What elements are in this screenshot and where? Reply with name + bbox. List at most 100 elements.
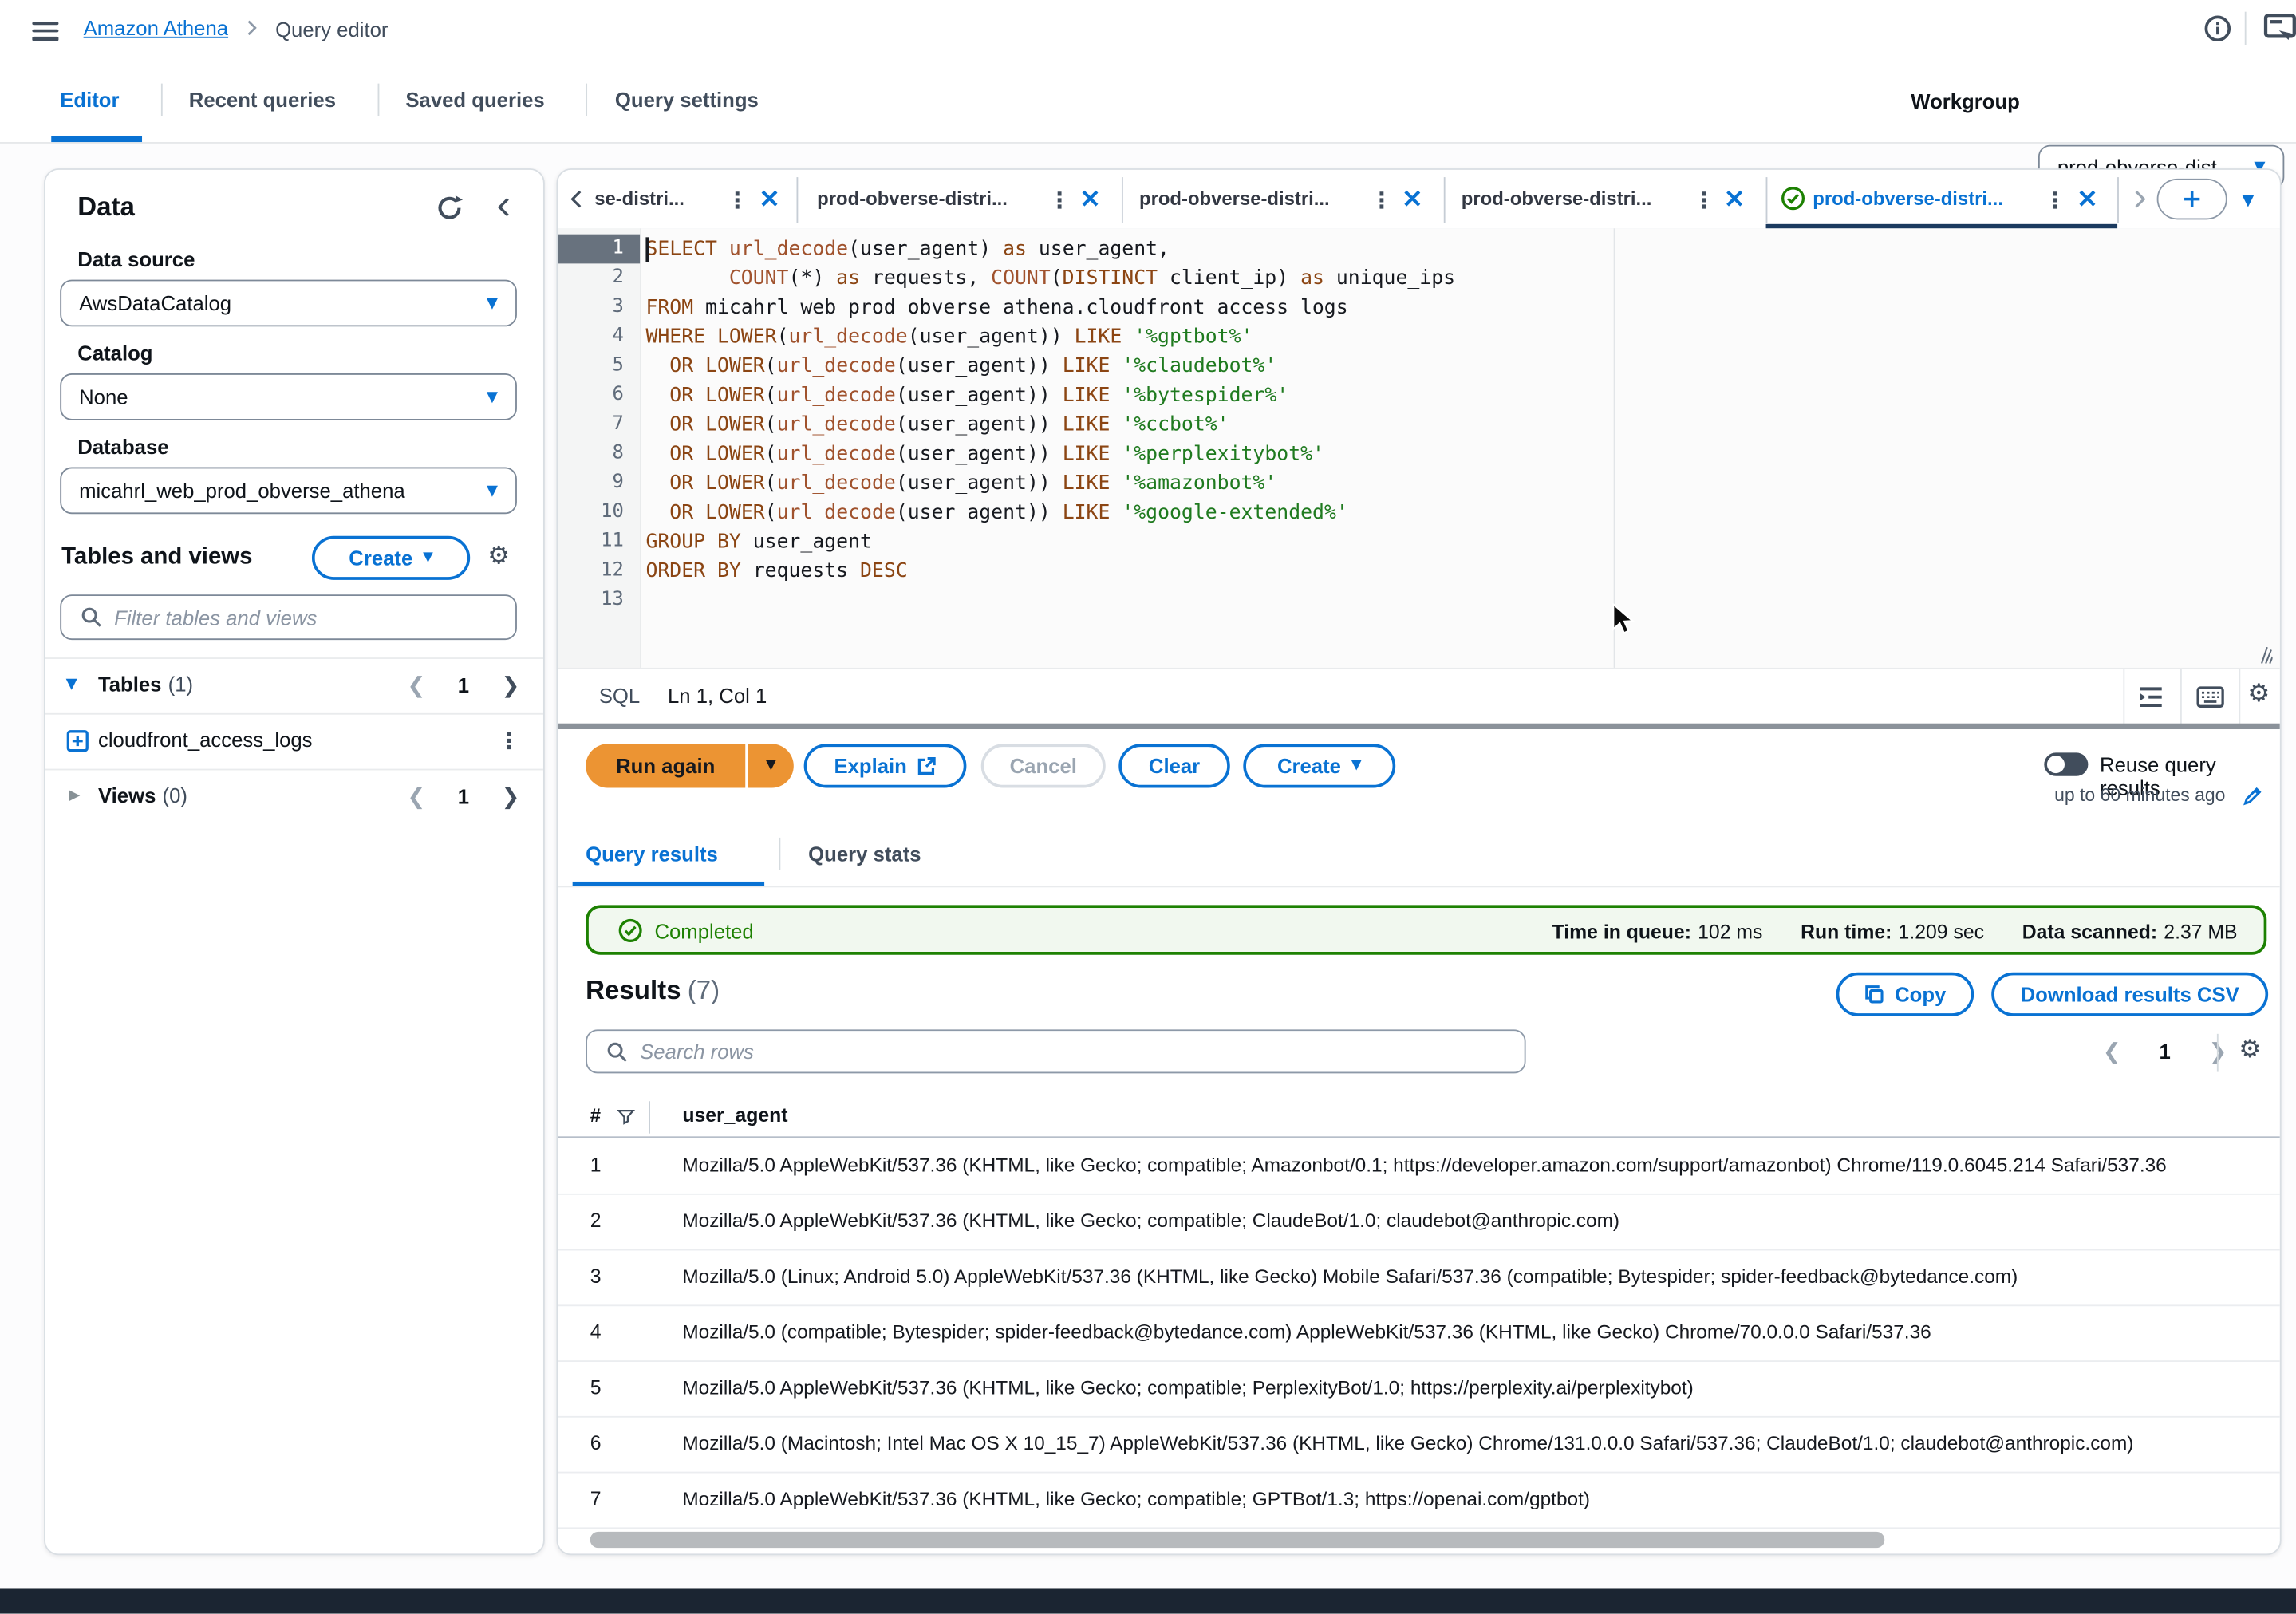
results-page: 1 xyxy=(2160,1040,2171,1063)
chevron-down-icon: ▼ xyxy=(487,483,498,499)
filter-funnel-icon[interactable] xyxy=(617,1107,636,1127)
page-next-icon[interactable]: ❯ xyxy=(502,672,520,698)
horizontal-scrollbar[interactable] xyxy=(590,1532,1885,1548)
editor-settings-gear-icon[interactable]: ⚙ xyxy=(2247,682,2270,707)
row-user-agent: Mozilla/5.0 (compatible; Bytespider; spi… xyxy=(682,1304,1931,1360)
table-row[interactable]: 6Mozilla/5.0 (Macintosh; Intel Mac OS X … xyxy=(558,1416,2281,1474)
tabs-scroll-left-icon[interactable] xyxy=(566,189,587,210)
run-again-button[interactable]: Run again xyxy=(586,744,745,787)
table-row[interactable]: 7Mozilla/5.0 AppleWebKit/537.36 (KHTML, … xyxy=(558,1472,2281,1529)
copy-button[interactable]: Copy xyxy=(1836,973,1974,1016)
table-row[interactable]: 4Mozilla/5.0 (compatible; Bytespider; sp… xyxy=(558,1304,2281,1362)
data-source-select[interactable]: AwsDataCatalog▼ xyxy=(60,280,517,327)
query-status-banner: Completed Time in queue: 102 ms Run time… xyxy=(586,905,2266,954)
metric-label: Run time: xyxy=(1801,921,1892,944)
table-row[interactable]: 1Mozilla/5.0 AppleWebKit/537.36 (KHTML, … xyxy=(558,1138,2281,1195)
editor-tab-label: prod-obverse-distri... xyxy=(1139,187,1330,210)
tab-query-stats[interactable]: Query stats xyxy=(808,842,921,865)
close-icon[interactable] xyxy=(2078,189,2097,208)
search-icon xyxy=(81,606,103,629)
tab-kebab-icon[interactable]: ⋮ xyxy=(1371,187,1393,214)
tab-query-settings[interactable]: Query settings xyxy=(615,57,759,142)
editor-tab-active[interactable]: prod-obverse-distri... ⋮ xyxy=(1766,170,2118,228)
tab-recent-queries[interactable]: Recent queries xyxy=(189,57,336,142)
status-text: Completed xyxy=(654,920,753,943)
tab-kebab-icon[interactable]: ⋮ xyxy=(1048,187,1071,214)
catalog-select[interactable]: None▼ xyxy=(60,373,517,420)
tabs-scroll-right-icon[interactable] xyxy=(2129,189,2150,210)
reuse-results-subtext: up to 60 minutes ago xyxy=(2054,785,2225,806)
row-user-agent: Mozilla/5.0 (Linux; Android 5.0) AppleWe… xyxy=(682,1249,2018,1305)
database-select[interactable]: micahrl_web_prod_obverse_athena▼ xyxy=(60,468,517,515)
data-panel: Data Data source AwsDataCatalog▼ Catalog… xyxy=(44,168,545,1555)
tab-kebab-icon[interactable]: ⋮ xyxy=(726,187,748,214)
close-icon[interactable] xyxy=(1725,189,1744,208)
edit-pencil-icon[interactable] xyxy=(2242,785,2264,807)
table-item-row[interactable]: cloudfront_access_logs ⋮ xyxy=(45,713,543,769)
results-pagination: ❮ 1 ❯ xyxy=(2103,1038,2227,1064)
sql-code-editor[interactable]: 12345678910111213 SELECT url_decode(user… xyxy=(558,228,2280,668)
table-row[interactable]: 3Mozilla/5.0 (Linux; Android 5.0) AppleW… xyxy=(558,1249,2281,1307)
tab-editor[interactable]: Editor xyxy=(60,57,119,142)
metric-value: 2.37 MB xyxy=(2164,921,2237,944)
results-tab-bar: Query results Query stats xyxy=(558,822,2280,888)
editor-tab[interactable]: prod-obverse-distri... ⋮ xyxy=(1122,170,1444,228)
resize-handle-icon[interactable] xyxy=(2254,645,2273,665)
page-prev-icon[interactable]: ❮ xyxy=(407,783,425,810)
table-item-kebab-icon[interactable]: ⋮ xyxy=(498,728,520,754)
explain-button[interactable]: Explain xyxy=(804,744,967,787)
search-rows-input[interactable] xyxy=(586,1029,1525,1073)
clear-button[interactable]: Clear xyxy=(1118,744,1229,787)
metric-value: 1.209 sec xyxy=(1899,921,1984,944)
chevron-down-icon: ▼ xyxy=(487,295,498,311)
close-icon[interactable] xyxy=(1402,189,1422,208)
plus-icon xyxy=(2182,189,2203,210)
create-table-button[interactable]: Create▼ xyxy=(312,536,470,580)
row-user-agent: Mozilla/5.0 AppleWebKit/537.36 (KHTML, l… xyxy=(682,1472,1590,1528)
editor-tab[interactable]: prod-obverse-distri... ⋮ xyxy=(796,170,1121,228)
close-icon[interactable] xyxy=(760,189,779,208)
column-user-agent[interactable]: user_agent xyxy=(682,1104,787,1127)
refresh-icon[interactable] xyxy=(435,193,464,223)
tab-kebab-icon[interactable]: ⋮ xyxy=(2044,187,2066,214)
page-prev-icon[interactable]: ❮ xyxy=(2103,1038,2121,1064)
download-csv-button[interactable]: Download results CSV xyxy=(1991,973,2268,1016)
row-number: 2 xyxy=(590,1194,602,1249)
run-options-button[interactable]: ▼ xyxy=(748,744,794,787)
views-section-header[interactable]: ▶ Views (0) ❮ 1 ❯ xyxy=(45,769,543,825)
column-num[interactable]: # xyxy=(590,1104,601,1127)
tables-section-header[interactable]: ▼ Tables (1) ❮ 1 ❯ xyxy=(45,657,543,713)
filter-tables-input[interactable] xyxy=(60,594,517,640)
pane-splitter[interactable] xyxy=(558,724,2280,729)
table-row[interactable]: 2Mozilla/5.0 AppleWebKit/537.36 (KHTML, … xyxy=(558,1194,2281,1251)
collapse-panel-icon[interactable] xyxy=(494,196,516,219)
create-button[interactable]: Create▼ xyxy=(1243,744,1395,787)
info-icon[interactable] xyxy=(2203,14,2231,42)
table-row[interactable]: 5Mozilla/5.0 AppleWebKit/537.36 (KHTML, … xyxy=(558,1360,2281,1418)
editor-tab[interactable]: se-distri... ⋮ xyxy=(594,170,796,228)
chevron-down-icon: ▼ xyxy=(423,550,433,565)
feedback-window-icon[interactable] xyxy=(2264,14,2296,45)
hamburger-menu-icon[interactable] xyxy=(32,18,58,44)
views-count: (0) xyxy=(163,783,187,807)
format-code-icon[interactable] xyxy=(2138,684,2164,710)
results-settings-gear-icon[interactable]: ⚙ xyxy=(2239,1038,2261,1063)
new-tab-button[interactable] xyxy=(2157,179,2227,219)
page-prev-icon[interactable]: ❮ xyxy=(407,672,425,698)
tab-query-results[interactable]: Query results xyxy=(586,842,718,865)
keyboard-shortcuts-icon[interactable] xyxy=(2196,685,2224,708)
reuse-results-toggle[interactable] xyxy=(2044,752,2088,775)
close-icon[interactable] xyxy=(1081,189,1100,208)
metric-label: Data scanned: xyxy=(2022,921,2157,944)
tree-expanded-icon[interactable]: ▼ xyxy=(66,677,77,693)
data-panel-title: Data xyxy=(77,191,135,223)
tables-settings-gear-icon[interactable]: ⚙ xyxy=(487,545,510,570)
tab-kebab-icon[interactable]: ⋮ xyxy=(1693,187,1715,214)
breadcrumb-amazon-athena[interactable]: Amazon Athena xyxy=(84,16,228,39)
tree-collapsed-icon[interactable]: ▶ xyxy=(69,787,80,803)
editor-tab-label: se-distri... xyxy=(594,187,684,210)
editor-tab[interactable]: prod-obverse-distri... ⋮ xyxy=(1444,170,1766,228)
tab-saved-queries[interactable]: Saved queries xyxy=(405,57,544,142)
page-next-icon[interactable]: ❯ xyxy=(502,783,520,810)
tab-list-dropdown-icon[interactable]: ▼ xyxy=(2242,191,2255,210)
